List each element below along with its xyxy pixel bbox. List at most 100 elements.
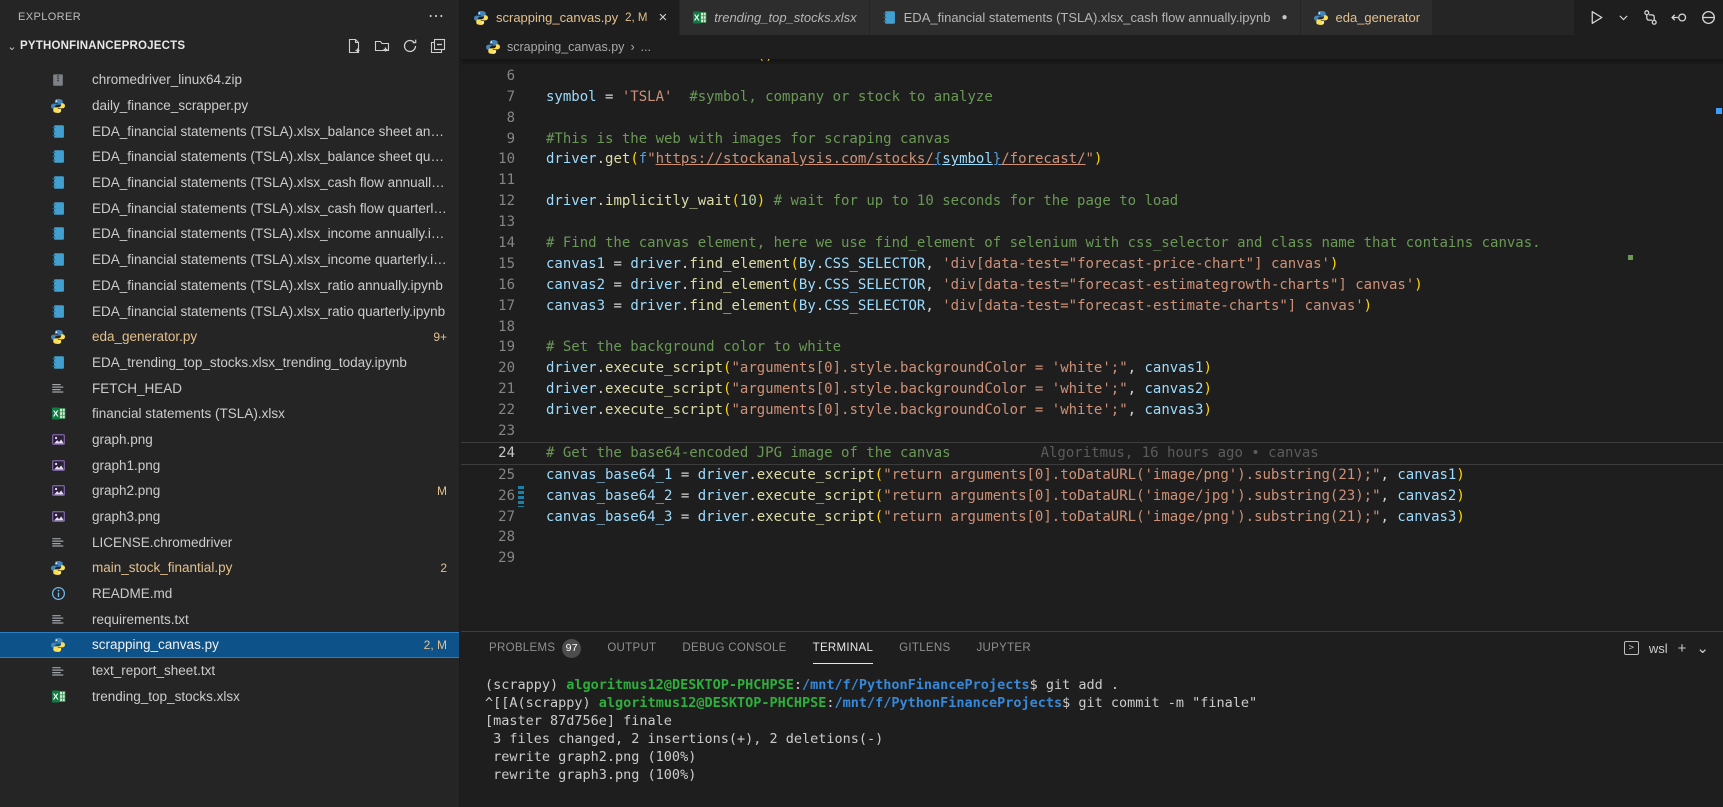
code-line[interactable]: 13 [461,212,1723,233]
code-line[interactable]: 17 canvas3 = driver.find_element(By.CSS_S… [461,296,1723,317]
collapse-all-icon[interactable] [429,37,447,55]
file-name: FETCH_HEAD [92,380,183,396]
terminal-dropdown-icon[interactable]: ⌄ [1696,639,1709,657]
editor-tab[interactable]: scrapping_canvas.py 2, M × [461,0,681,35]
breadcrumb[interactable]: scrapping_canvas.py › ... [461,35,1723,66]
code-line[interactable]: 25 canvas_base64_1 = driver.execute_scrip… [461,465,1723,486]
file-row[interactable]: EDA_financial statements (TSLA).xlsx_inc… [0,221,459,247]
breadcrumb-file[interactable]: scrapping_canvas.py [507,40,624,54]
panel-header: PROBLEMS 97 OUTPUT DEBUG CONSOLE TERMINAL GIT… [461,632,1723,664]
editor-tab[interactable]: eda_generator [1300,0,1434,35]
close-tab-icon[interactable]: × [659,9,668,26]
code-line[interactable]: 8 [461,108,1723,129]
code-line[interactable]: 10 driver.get(f"https://stockanalysis.com… [461,149,1723,170]
editor-decoration-mark [1628,255,1633,260]
file-row[interactable]: LICENSE.chromedriver [0,529,459,555]
chevron-down-icon: ⌄ [7,40,17,53]
python-file-icon [48,560,68,576]
code-line[interactable]: 21 driver.execute_script("arguments[0].st… [461,379,1723,400]
run-icon[interactable] [1588,9,1605,26]
code-line[interactable]: 29 [461,548,1723,569]
file-row[interactable]: chromedriver_linux64.zip [0,67,459,93]
code-line[interactable]: 18 [461,317,1723,338]
code-line[interactable]: 27 canvas_base64_3 = driver.execute_scrip… [461,507,1723,528]
code-line[interactable]: 20 driver.execute_script("arguments[0].st… [461,358,1723,379]
code-line[interactable]: 26 canvas_base64_2 = driver.execute_scrip… [461,485,1723,507]
file-row[interactable]: graph3.png [0,504,459,530]
refresh-icon[interactable] [401,37,419,55]
gutter-modified-marker [518,548,524,569]
file-row[interactable]: EDA_trending_top_stocks.xlsx_trending_to… [0,350,459,376]
file-row[interactable]: requirements.txt [0,606,459,632]
code-line[interactable]: 23 [461,421,1723,442]
editor-tab[interactable]: Xtrending_top_stocks.xlsx [680,0,870,35]
breadcrumb-more[interactable]: ... [641,40,651,54]
terminal-output[interactable]: (scrappy) algoritmus12@DESKTOP-PHCHPSE:/… [461,664,1723,784]
code-line[interactable]: 22 driver.execute_script("arguments[0].st… [461,400,1723,421]
gutter-modified-marker [518,87,524,108]
file-row[interactable]: EDA_financial statements (TSLA).xlsx_bal… [0,144,459,170]
zip-file-icon [48,73,68,87]
gutter-modified-marker [518,129,524,150]
new-file-icon[interactable] [345,37,363,55]
new-terminal-button[interactable]: + [1678,640,1687,657]
panel-tab-gitlens[interactable]: GITLENS [899,632,950,664]
code-line[interactable]: 28 [461,527,1723,548]
excel-file-icon: X [48,689,68,704]
file-row[interactable]: Xfinancial statements (TSLA).xlsx [0,401,459,427]
file-row[interactable]: daily_finance_scrapper.py [0,93,459,119]
code-line[interactable]: 16 canvas2 = driver.find_element(By.CSS_S… [461,275,1723,296]
file-row[interactable]: EDA_financial statements (TSLA).xlsx_rat… [0,298,459,324]
compare-changes-icon[interactable] [1642,9,1659,26]
code-line[interactable]: 11 [461,170,1723,191]
chevron-down-icon[interactable] [1617,11,1630,24]
editor-tab[interactable]: EDA_financial statements (TSLA).xlsx_cas… [869,0,1301,35]
file-row[interactable]: EDA_financial statements (TSLA).xlsx_inc… [0,247,459,273]
file-name: graph1.png [92,457,161,473]
file-row[interactable]: EDA_financial statements (TSLA).xlsx_cas… [0,170,459,196]
code-line[interactable]: 7 symbol = 'TSLA' #symbol, company or sto… [461,87,1723,108]
panel-tab-output[interactable]: OUTPUT [607,632,656,664]
code-line[interactable]: 19 # Set the background color to white [461,337,1723,358]
workspace-section-header[interactable]: ⌄ PYTHONFINANCEPROJECTS [0,34,459,58]
file-row[interactable]: Xtrending_top_stocks.xlsx [0,684,459,710]
open-changes-icon[interactable] [1671,9,1688,26]
text-file-icon [48,612,68,626]
file-row[interactable]: EDA_financial statements (TSLA).xlsx_cas… [0,195,459,221]
file-row[interactable]: graph2.png M [0,478,459,504]
gutter-modified-marker [518,275,524,296]
code-line[interactable]: 12 driver.implicitly_wait(10) # wait for … [461,191,1723,212]
code-line[interactable]: 14 # Find the canvas element, here we use… [461,233,1723,254]
panel-tab-terminal[interactable]: TERMINAL [812,632,874,664]
code-line[interactable]: 24 # Get the base64-encoded JPG image of … [461,441,1723,465]
code-text: canvas_base64_2 = driver.execute_script(… [546,487,1465,504]
file-row[interactable]: FETCH_HEAD [0,375,459,401]
panel-tab-debug-console[interactable]: DEBUG CONSOLE [682,632,786,664]
more-actions-icon[interactable]: ⋯ [428,9,445,25]
code-line[interactable]: 5 driver = webdriver.Chrome() [461,59,1723,66]
panel-tab-problems[interactable]: PROBLEMS 97 [489,632,582,664]
file-row[interactable]: eda_generator.py 9+ [0,324,459,350]
line-number: 27 [498,508,515,525]
file-row[interactable]: README.md [0,581,459,607]
file-row[interactable]: EDA_financial statements (TSLA).xlsx_bal… [0,118,459,144]
file-row[interactable]: main_stock_finantial.py 2 [0,555,459,581]
file-row[interactable]: text_report_sheet.txt [0,658,459,684]
code-line[interactable]: 15 canvas1 = driver.find_element(By.CSS_S… [461,254,1723,275]
file-row[interactable]: scrapping_canvas.py 2, M [0,632,459,658]
code-editor[interactable]: 5 driver = webdriver.Chrome() 6 7 symbol = '… [461,59,1723,631]
new-folder-icon[interactable] [373,37,391,55]
file-row[interactable]: EDA_financial statements (TSLA).xlsx_rat… [0,273,459,299]
file-row[interactable]: graph.png [0,427,459,453]
explorer-title: EXPLORER [18,11,82,23]
code-line[interactable]: 9 #This is the web with images for scrapi… [461,129,1723,150]
file-row[interactable]: graph1.png [0,452,459,478]
git-status-badge: 9+ [433,329,447,344]
terminal-shell-label[interactable]: wsl [1649,641,1668,656]
file-name: scrapping_canvas.py [92,637,219,653]
layout-icon[interactable] [1700,9,1717,26]
code-line[interactable]: 6 [461,66,1723,87]
panel-tab-jupyter[interactable]: JUPYTER [976,632,1031,664]
